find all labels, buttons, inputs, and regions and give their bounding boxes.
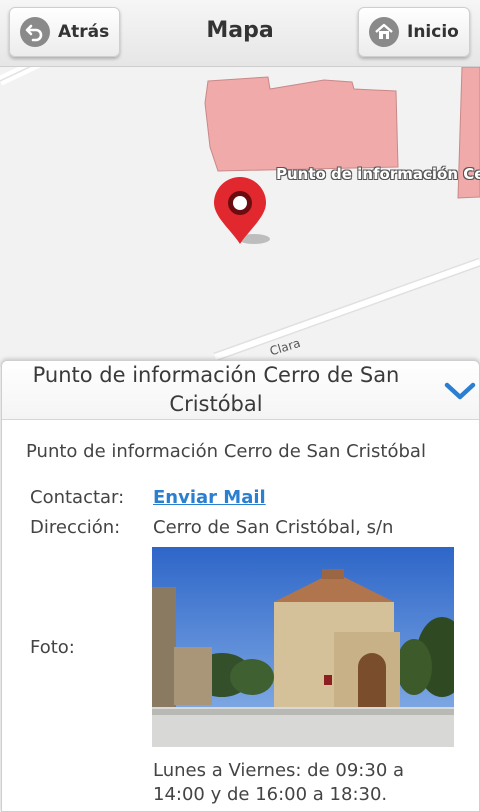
building-shape	[204, 76, 399, 172]
road-inner	[213, 259, 480, 360]
home-button-label: Inicio	[407, 22, 459, 42]
send-mail-link[interactable]: Enviar Mail	[153, 487, 266, 508]
poi-map-label: Punto de información Cerro de San Cristó…	[276, 165, 480, 183]
panel-header[interactable]: Punto de información Cerro de San Cristó…	[2, 361, 479, 420]
place-photo	[152, 547, 454, 747]
top-bar: Atrás Mapa Inicio	[0, 0, 480, 67]
panel-title: Punto de información Cerro de San Cristó…	[32, 363, 400, 416]
map-canvas	[0, 67, 480, 362]
home-button[interactable]: Inicio	[358, 7, 470, 57]
info-panel: Punto de información Cerro de San Cristó…	[1, 360, 480, 812]
address-value: Cerro de San Cristóbal, s/n	[153, 517, 394, 538]
chevron-down-icon[interactable]	[444, 381, 476, 405]
place-name: Punto de información Cerro de San Cristó…	[26, 441, 426, 462]
address-label: Dirección:	[30, 517, 121, 538]
photo-label: Foto:	[30, 637, 75, 658]
contact-label: Contactar:	[30, 487, 125, 508]
map-view[interactable]: Punto de información Cerro de San Cristó…	[0, 67, 480, 367]
home-icon	[369, 17, 399, 47]
